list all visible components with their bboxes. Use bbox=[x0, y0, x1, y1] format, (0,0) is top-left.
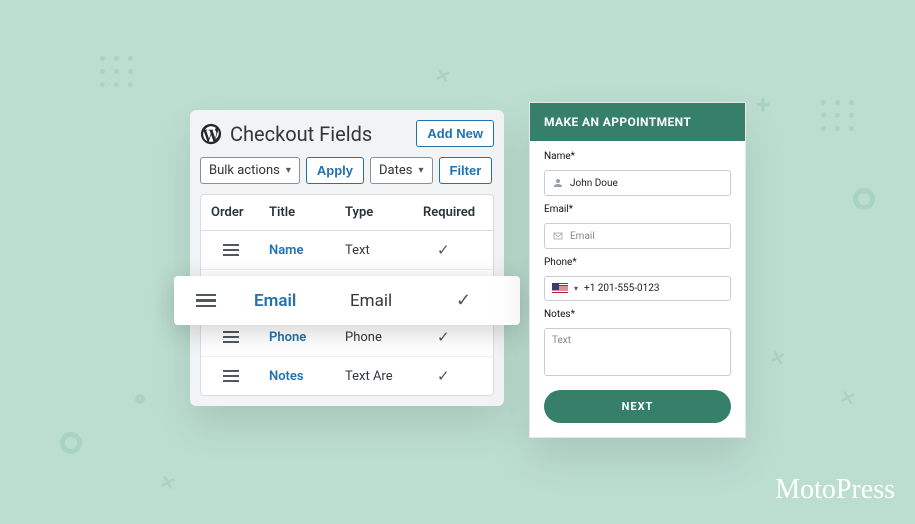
row-type: Email bbox=[350, 291, 442, 311]
decoration-dots bbox=[100, 56, 134, 87]
phone-field[interactable]: ▾ +1 201-555-0123 bbox=[544, 276, 731, 301]
add-new-button[interactable]: Add New bbox=[416, 120, 494, 147]
phone-value: +1 201-555-0123 bbox=[584, 283, 723, 294]
toolbar: Bulk actions ▾ Apply Dates ▾ Filter bbox=[200, 157, 494, 184]
person-icon bbox=[552, 177, 564, 189]
name-field[interactable]: John Doue bbox=[544, 170, 731, 196]
table-row: Name Text ✓ bbox=[201, 231, 493, 270]
check-icon: ✓ bbox=[456, 290, 522, 311]
col-title: Title bbox=[269, 205, 345, 220]
apply-button[interactable]: Apply bbox=[306, 157, 364, 184]
notes-label: Notes* bbox=[544, 309, 731, 320]
filter-button[interactable]: Filter bbox=[439, 157, 493, 184]
admin-header: Checkout Fields Add New bbox=[200, 120, 494, 147]
check-icon: ✓ bbox=[437, 367, 494, 385]
next-button[interactable]: NEXT bbox=[544, 390, 731, 423]
decoration-circle bbox=[60, 432, 82, 454]
drag-handle-icon[interactable] bbox=[223, 244, 269, 257]
drag-handle-icon[interactable] bbox=[196, 294, 254, 308]
admin-panel: Checkout Fields Add New Bulk actions ▾ A… bbox=[190, 110, 504, 406]
drag-handle-icon[interactable] bbox=[223, 370, 269, 383]
decoration-dots bbox=[821, 100, 855, 131]
us-flag-icon bbox=[552, 283, 568, 294]
name-label: Name* bbox=[544, 151, 731, 162]
email-label: Email* bbox=[544, 204, 731, 215]
email-placeholder: Email bbox=[570, 231, 723, 242]
page-title: Checkout Fields bbox=[230, 122, 408, 146]
chevron-down-icon: ▾ bbox=[286, 165, 291, 176]
row-title-link[interactable]: Email bbox=[254, 291, 350, 311]
name-value: John Doue bbox=[570, 178, 723, 189]
dates-label: Dates bbox=[379, 163, 412, 178]
envelope-icon bbox=[552, 230, 564, 242]
wordpress-icon bbox=[200, 123, 222, 145]
row-type: Text bbox=[345, 243, 423, 258]
bulk-actions-label: Bulk actions bbox=[209, 163, 280, 178]
col-required: Required bbox=[423, 205, 494, 220]
decoration-circle bbox=[853, 188, 875, 210]
chevron-down-icon[interactable]: ▾ bbox=[574, 284, 578, 293]
appointment-widget: MAKE AN APPOINTMENT Name* John Doue Emai… bbox=[529, 102, 746, 438]
decoration-circle bbox=[135, 394, 145, 404]
decoration-cross: ✕ bbox=[837, 386, 857, 410]
dates-select[interactable]: Dates ▾ bbox=[370, 157, 433, 184]
table-row-dragging[interactable]: Email Email ✓ bbox=[174, 276, 520, 325]
check-icon: ✓ bbox=[437, 241, 494, 259]
notes-field[interactable]: Text bbox=[544, 328, 731, 376]
brand-logo: MotoPress bbox=[775, 474, 895, 506]
email-field[interactable]: Email bbox=[544, 223, 731, 249]
row-type: Phone bbox=[345, 330, 423, 345]
chevron-down-icon: ▾ bbox=[418, 165, 423, 176]
row-title-link[interactable]: Name bbox=[269, 243, 345, 258]
notes-placeholder: Text bbox=[552, 335, 571, 346]
row-title-link[interactable]: Notes bbox=[269, 369, 345, 384]
drag-handle-icon[interactable] bbox=[223, 331, 269, 344]
decoration-cross: ✕ bbox=[433, 64, 453, 88]
widget-heading: MAKE AN APPOINTMENT bbox=[530, 103, 745, 141]
decoration-cross: ✕ bbox=[158, 471, 178, 495]
table-header: Order Title Type Required bbox=[201, 195, 493, 231]
row-type: Text Are bbox=[345, 369, 423, 384]
col-type: Type bbox=[345, 205, 423, 220]
decoration-plus: + bbox=[756, 90, 770, 120]
decoration-cross: ✕ bbox=[768, 346, 788, 370]
col-order: Order bbox=[211, 205, 269, 220]
phone-label: Phone* bbox=[544, 257, 731, 268]
widget-body: Name* John Doue Email* Email Phone* ▾ +1… bbox=[530, 141, 745, 437]
bulk-actions-select[interactable]: Bulk actions ▾ bbox=[200, 157, 300, 184]
row-title-link[interactable]: Phone bbox=[269, 330, 345, 345]
check-icon: ✓ bbox=[437, 328, 494, 346]
table-row: Notes Text Are ✓ bbox=[201, 357, 493, 395]
